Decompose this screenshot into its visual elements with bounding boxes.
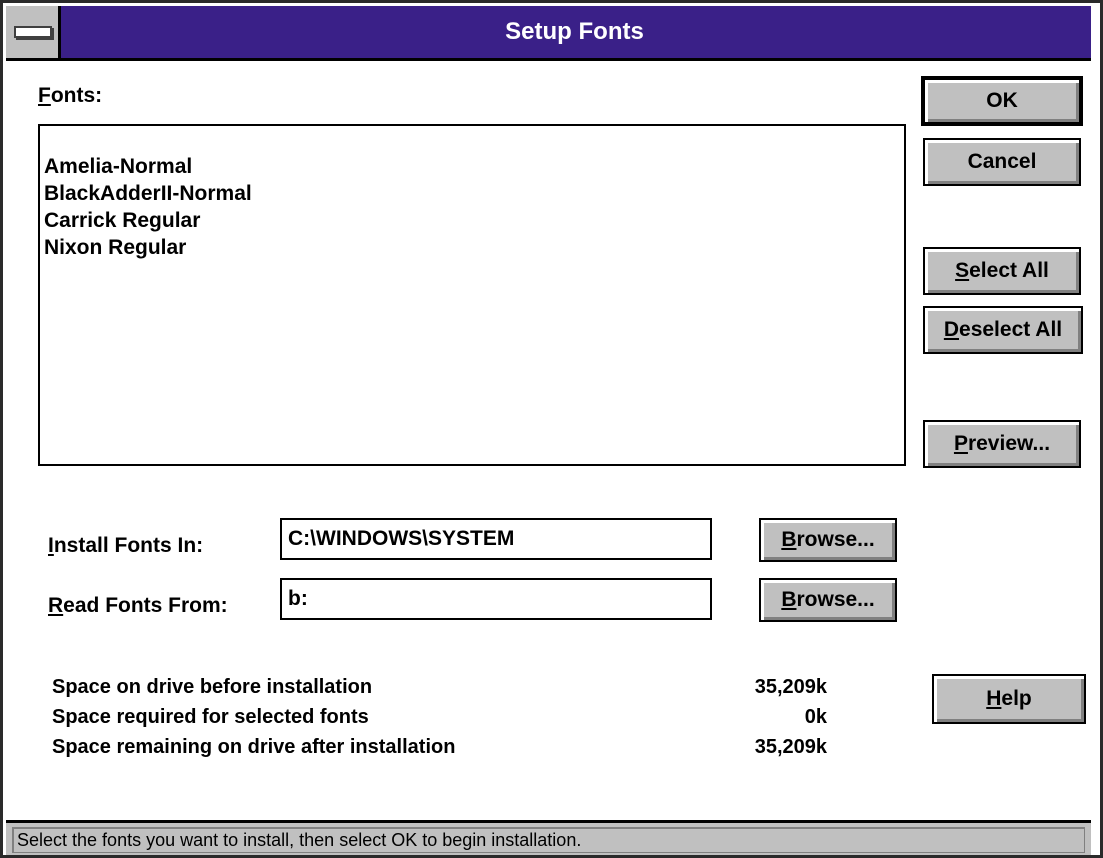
space-remaining-row: Space remaining on drive after installat… (52, 736, 827, 768)
space-before-value: 35,209k (754, 676, 827, 698)
list-item[interactable]: BlackAdderII-Normal (44, 180, 252, 208)
space-required-row: Space required for selected fonts 0k (52, 706, 827, 738)
preview-button[interactable]: Preview... (923, 420, 1081, 468)
cancel-button[interactable]: Cancel (923, 138, 1081, 186)
list-item[interactable]: Carrick Regular (44, 207, 200, 235)
system-menu-icon (14, 26, 52, 38)
status-bar: Select the fonts you want to install, th… (6, 820, 1091, 855)
fonts-label: Fonts: (38, 84, 103, 107)
read-fonts-from-label: Read Fonts From: (48, 594, 228, 617)
browse-install-button[interactable]: Browse... (759, 518, 897, 562)
select-all-button[interactable]: Select All (923, 247, 1081, 295)
read-fonts-from-field[interactable]: b: (280, 578, 712, 620)
window-title: Setup Fonts (505, 18, 644, 45)
title-bar[interactable]: Setup Fonts (6, 6, 1091, 61)
space-remaining-label: Space remaining on drive after installat… (52, 736, 456, 758)
space-before-row: Space on drive before installation 35,20… (52, 676, 827, 708)
browse-read-button[interactable]: Browse... (759, 578, 897, 622)
deselect-all-button[interactable]: Deselect All (923, 306, 1083, 354)
space-remaining-value: 35,209k (754, 736, 827, 758)
list-item[interactable]: Amelia-Normal (44, 153, 192, 181)
ok-button[interactable]: OK (921, 76, 1083, 126)
space-required-value: 0k (804, 706, 827, 728)
space-before-label: Space on drive before installation (52, 676, 373, 698)
system-menu-button[interactable] (6, 6, 61, 58)
status-text: Select the fonts you want to install, th… (12, 827, 1085, 853)
help-button[interactable]: Help (932, 674, 1086, 724)
fonts-listbox[interactable]: Amelia-Normal BlackAdderII-Normal Carric… (38, 124, 906, 466)
install-fonts-in-label: Install Fonts In: (48, 534, 204, 557)
space-required-label: Space required for selected fonts (52, 706, 369, 728)
install-fonts-in-field[interactable]: C:\WINDOWS\SYSTEM (280, 518, 712, 560)
list-item[interactable]: Nixon Regular (44, 234, 186, 262)
